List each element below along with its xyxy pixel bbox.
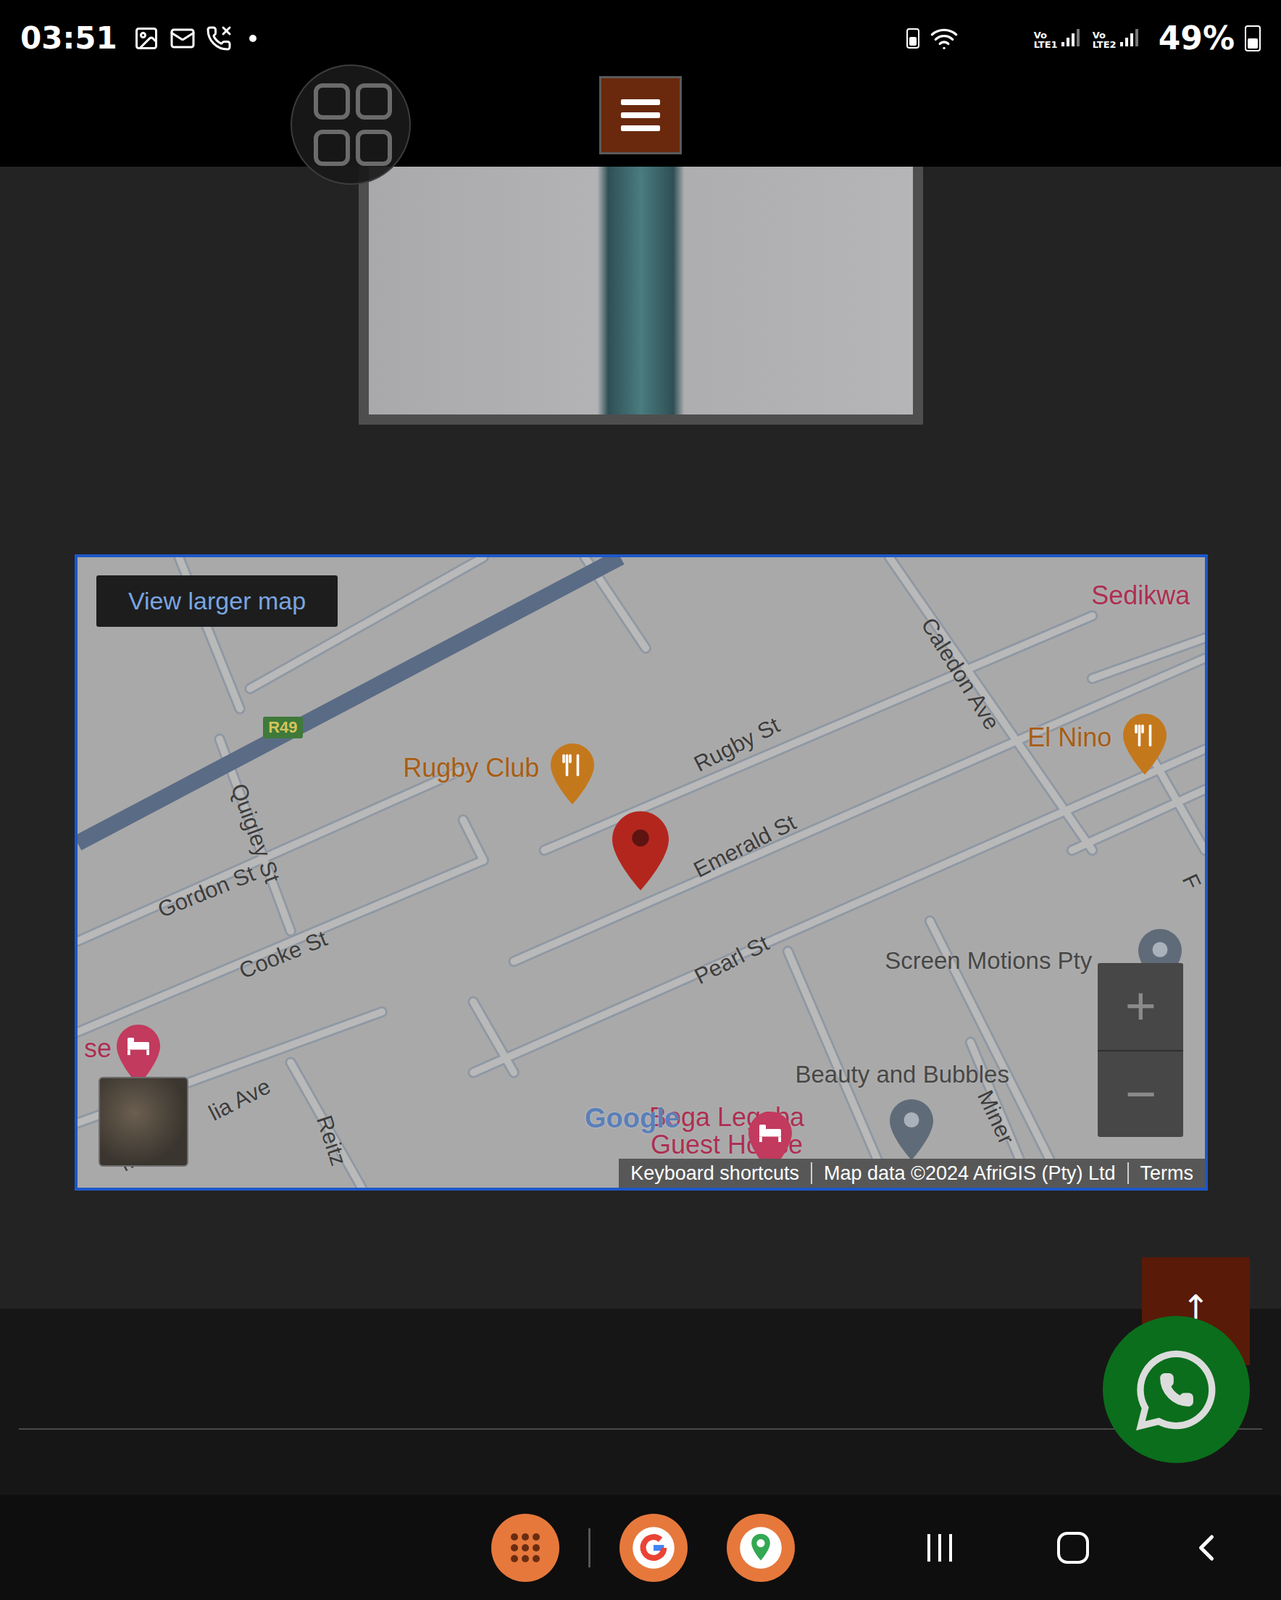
recent-apps-button[interactable] (910, 1529, 969, 1566)
menu-bar-icon (620, 125, 661, 132)
place-label[interactable]: Rugby Club (402, 753, 540, 783)
mail-icon (169, 25, 196, 52)
clock: 03:51 (20, 20, 118, 56)
street-label: Cooke St (236, 925, 332, 984)
place-label[interactable]: El Nino (1027, 723, 1112, 753)
sim2-label: Vo LTE2 (1092, 30, 1118, 50)
whatsapp-button[interactable] (1102, 1315, 1250, 1463)
battery-fill (1247, 38, 1258, 49)
grid-cell-icon (355, 129, 392, 166)
signal-bars-icon (1060, 27, 1083, 50)
battery-icon (1244, 25, 1261, 52)
zoom-out-button[interactable]: − (1097, 1049, 1184, 1137)
sim2-signal: Vo LTE2 (1092, 27, 1142, 50)
menu-bar-icon (620, 99, 661, 106)
wifi-icon (929, 23, 959, 53)
status-bar: 03:51 Vo LTE1 Vo LTE2 49% (0, 0, 1281, 77)
google-g-icon (630, 1524, 677, 1571)
dock-separator (588, 1528, 591, 1568)
sim1-signal: Vo LTE1 (1033, 27, 1083, 50)
attribution-link[interactable]: Terms (1127, 1162, 1206, 1184)
site-footer (0, 1308, 1281, 1495)
menu-button[interactable] (599, 76, 682, 155)
view-larger-map-button[interactable]: View larger map (96, 575, 338, 627)
phone-icon (1158, 1371, 1195, 1408)
battery-saver-icon (906, 28, 920, 49)
google-logo: Google (584, 1102, 680, 1134)
google-app-button[interactable] (619, 1513, 688, 1582)
street-label: F (1177, 870, 1206, 894)
battery-percent: 49% (1158, 19, 1235, 57)
footer-divider (18, 1428, 1263, 1430)
grid-cell-icon (355, 83, 392, 120)
street-label: lia Ave (205, 1073, 275, 1126)
sim1-label: Vo LTE1 (1033, 30, 1059, 50)
status-left: 03:51 (20, 20, 257, 56)
floating-menu-button[interactable] (290, 64, 411, 185)
gallery-icon (133, 25, 160, 52)
attribution-link[interactable]: Map data ©2024 AfriGIS (Pty) Ltd (810, 1162, 1128, 1184)
recents-icon (921, 1529, 958, 1566)
whatsapp-icon (1131, 1344, 1222, 1435)
room-photo (368, 166, 913, 415)
street-label: Caledon Ave (915, 613, 1005, 735)
attribution-link[interactable]: Keyboard shortcuts (618, 1162, 811, 1184)
phone-screen: 03:51 Vo LTE1 Vo LTE2 49% Sedikwa Rugby Club R… (0, 0, 1281, 1600)
map[interactable]: SedikwaRugby ClubRugby StEmerald StGordo… (74, 554, 1208, 1191)
place-label[interactable]: Beauty and Bubbles (794, 1061, 1009, 1088)
grid-cell-icon (313, 83, 350, 120)
site-header (0, 76, 1281, 167)
grid-cell-icon (313, 129, 350, 166)
navigation-bar (0, 1494, 1281, 1600)
apps-button[interactable] (491, 1513, 560, 1582)
maps-pin-icon (737, 1524, 784, 1571)
place-label[interactable]: se (84, 1033, 112, 1063)
street-label: Reitz (311, 1112, 351, 1169)
home-icon (1054, 1529, 1092, 1566)
photo-frame (358, 166, 924, 425)
zoom-controls: +− (1097, 962, 1184, 1137)
street-label: Gordon St (154, 861, 259, 924)
place-label[interactable]: Screen Motions Pty (884, 947, 1092, 974)
status-right: Vo LTE1 Vo LTE2 49% (906, 19, 1261, 57)
map-attribution: Keyboard shortcutsMap data ©2024 AfriGIS… (618, 1158, 1205, 1188)
signal-bars-icon (1119, 27, 1142, 50)
back-button[interactable] (1177, 1525, 1236, 1570)
place-label[interactable]: Sedikwa (1091, 581, 1190, 611)
food-pin-icon[interactable] (550, 743, 595, 805)
food-pin-icon[interactable] (1123, 713, 1167, 775)
back-icon (1184, 1525, 1229, 1570)
street-label: Pearl St (690, 931, 774, 990)
zoom-in-button[interactable]: + (1097, 962, 1184, 1050)
marker-pin-icon[interactable] (612, 810, 669, 892)
apps-grid-icon (507, 1529, 544, 1566)
page-body: SedikwaRugby ClubRugby StEmerald StGordo… (0, 166, 1281, 1309)
menu-bar-icon (620, 112, 661, 119)
maps-app-button[interactable] (726, 1513, 795, 1582)
missed-call-icon (205, 25, 232, 52)
satellite-toggle[interactable] (98, 1076, 189, 1167)
home-button[interactable] (1044, 1529, 1103, 1566)
road-shield: R49 (263, 716, 303, 739)
battery-saver-fill (909, 36, 917, 46)
place-pin-icon[interactable] (889, 1099, 934, 1161)
notification-dot (249, 34, 257, 43)
